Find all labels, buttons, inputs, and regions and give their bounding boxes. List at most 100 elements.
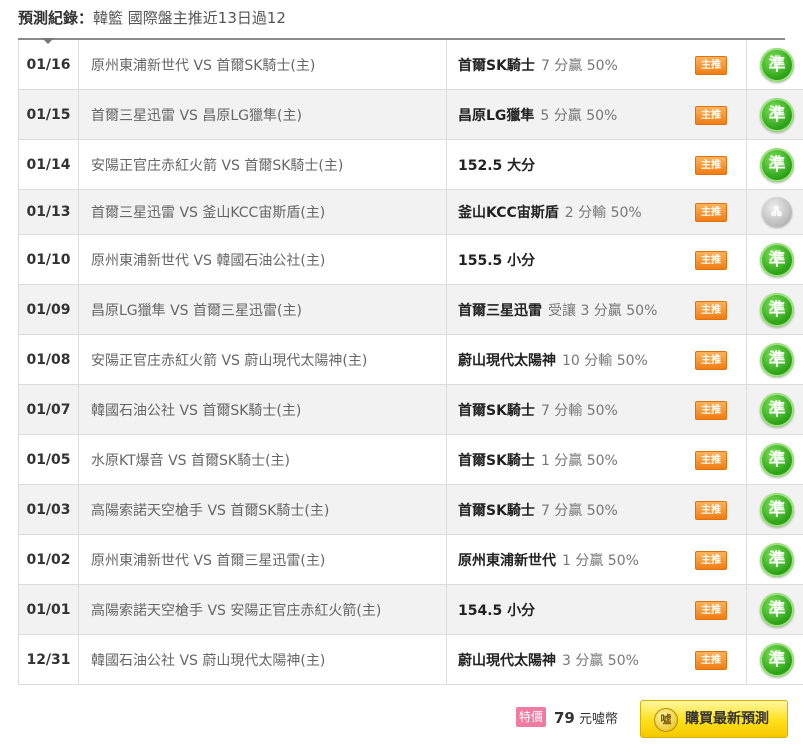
- record-date: 12/31: [18, 634, 79, 685]
- record-pick: 蔚山現代太陽神 10 分輸 50% 主推: [446, 334, 747, 385]
- record-match: 原州東浦新世代 VS 韓國石油公社(主): [78, 234, 447, 285]
- win-result-icon: 準: [760, 592, 794, 627]
- record-date: 01/10: [18, 234, 79, 285]
- win-result-icon: 準: [760, 642, 794, 677]
- pick-team: 蔚山現代太陽神: [458, 352, 556, 369]
- record-row: 01/16 原州東浦新世代 VS 首爾SK騎士(主) 首爾SK騎士 7 分贏 50% 主…: [18, 40, 803, 90]
- pick-detail: 10 分輸 50%: [562, 352, 648, 369]
- pick-team: 原州東浦新世代: [458, 552, 556, 569]
- win-result-icon: 準: [760, 392, 794, 427]
- pick-detail: 3 分贏 50%: [562, 652, 639, 669]
- pick-detail: 2 分輸 50%: [564, 205, 642, 221]
- record-row: 01/01 高陽索諾天空槍手 VS 安陽正官庄赤紅火箭(主) 154.5 小分 主推 準: [18, 584, 803, 635]
- pick-team: 昌原LG獵隼: [458, 107, 535, 124]
- record-match: 首爾三星迅雷 VS 釜山KCC宙斯盾(主): [78, 189, 447, 235]
- win-result-icon: 準: [760, 47, 794, 82]
- pick-detail: 1 分贏 50%: [540, 452, 618, 469]
- main-pick-badge: 主推: [695, 105, 727, 125]
- main-pick-badge: 主推: [695, 350, 727, 370]
- record-result: Ꮬ: [746, 189, 803, 235]
- record-result: 準: [746, 334, 803, 385]
- pick-detail: 7 分輸 50%: [540, 402, 618, 419]
- record-row: 01/02 原州東浦新世代 VS 首爾三星迅雷(主) 原州東浦新世代 1 分贏 50%…: [18, 534, 803, 585]
- record-row: 01/08 安陽正官庄赤紅火箭 VS 蔚山現代太陽神(主) 蔚山現代太陽神 10 分輸…: [18, 334, 803, 385]
- record-pick: 首爾SK騎士 1 分贏 50% 主推: [446, 434, 747, 485]
- record-date: 01/09: [18, 284, 79, 335]
- price-value: 79: [554, 709, 575, 727]
- record-header-value: 韓籃 國際盤主推近13日過12: [93, 9, 286, 27]
- record-match: 安陽正官庄赤紅火箭 VS 首爾SK騎士(主): [78, 139, 447, 190]
- main-pick-badge: 主推: [695, 550, 727, 570]
- pick-detail: 1 分贏 50%: [562, 552, 639, 569]
- purchase-footer: 特價 79 元噓幣 噓 購買最新預測: [0, 700, 803, 740]
- record-date: 01/16: [18, 40, 79, 90]
- record-header-label: 預測紀錄：: [18, 9, 94, 27]
- record-row: 01/15 首爾三星迅雷 VS 昌原LG獵隼(主) 昌原LG獵隼 5 分贏 50% 主推…: [18, 89, 803, 140]
- pick-team: 首爾SK騎士: [458, 502, 535, 519]
- record-pick: 釜山KCC宙斯盾 2 分輸 50% 主推: [446, 189, 747, 235]
- record-result: 準: [746, 584, 803, 635]
- record-match: 安陽正官庄赤紅火箭 VS 蔚山現代太陽神(主): [78, 334, 447, 385]
- price-unit: 元噓幣: [579, 712, 619, 727]
- record-date: 01/13: [18, 189, 79, 235]
- record-pick: 蔚山現代太陽神 3 分贏 50% 主推: [446, 634, 747, 685]
- record-result: 準: [746, 634, 803, 685]
- record-match: 韓國石油公社 VS 首爾SK騎士(主): [78, 384, 447, 435]
- win-result-icon: 準: [760, 542, 794, 577]
- record-result: 準: [746, 40, 803, 90]
- record-pick: 152.5 大分 主推: [446, 139, 747, 190]
- record-date: 01/07: [18, 384, 79, 435]
- record-row: 01/14 安陽正官庄赤紅火箭 VS 首爾SK騎士(主) 152.5 大分 主推 準: [18, 139, 803, 190]
- record-row: 01/05 水原KT爆音 VS 首爾SK騎士(主) 首爾SK騎士 1 分贏 50% 主推…: [18, 434, 803, 485]
- main-pick-badge: 主推: [695, 600, 727, 620]
- record-result: 準: [746, 234, 803, 285]
- win-result-icon: 準: [760, 342, 794, 377]
- record-row: 01/03 高陽索諾天空槍手 VS 首爾SK騎士(主) 首爾SK騎士 7 分贏 50%…: [18, 484, 803, 535]
- pick-team: 152.5 大分: [458, 157, 536, 174]
- record-pick: 154.5 小分 主推: [446, 584, 747, 635]
- win-result-icon: 準: [760, 242, 794, 277]
- record-match: 原州東浦新世代 VS 首爾SK騎士(主): [78, 40, 447, 90]
- record-match: 首爾三星迅雷 VS 昌原LG獵隼(主): [78, 89, 447, 140]
- main-pick-badge: 主推: [695, 203, 727, 222]
- win-result-icon: 準: [760, 97, 794, 132]
- record-match: 水原KT爆音 VS 首爾SK騎士(主): [78, 434, 447, 485]
- buy-latest-prediction-button[interactable]: 噓 購買最新預測: [640, 700, 788, 738]
- record-date: 01/15: [18, 89, 79, 140]
- main-pick-badge: 主推: [695, 450, 727, 470]
- pick-team: 155.5 小分: [458, 252, 536, 269]
- record-date: 01/08: [18, 334, 79, 385]
- record-match: 韓國石油公社 VS 蔚山現代太陽神(主): [78, 634, 447, 685]
- push-result-icon: Ꮬ: [762, 197, 792, 227]
- record-result: 準: [746, 384, 803, 435]
- main-pick-badge: 主推: [695, 55, 727, 75]
- record-date: 01/14: [18, 139, 79, 190]
- win-result-icon: 準: [760, 492, 794, 527]
- main-pick-badge: 主推: [695, 155, 727, 175]
- win-result-icon: 準: [760, 292, 794, 327]
- record-match: 原州東浦新世代 VS 首爾三星迅雷(主): [78, 534, 447, 585]
- main-pick-badge: 主推: [695, 300, 727, 320]
- record-date: 01/05: [18, 434, 79, 485]
- record-row: 01/13 首爾三星迅雷 VS 釜山KCC宙斯盾(主) 釜山KCC宙斯盾 2 分輸 5…: [18, 189, 803, 235]
- record-row: 01/09 昌原LG獵隼 VS 首爾三星迅雷(主) 首爾三星迅雷 受讓 3 分贏 50…: [18, 284, 803, 335]
- record-pick: 首爾SK騎士 7 分贏 50% 主推: [446, 40, 747, 90]
- record-date: 01/02: [18, 534, 79, 585]
- record-match: 高陽索諾天空槍手 VS 安陽正官庄赤紅火箭(主): [78, 584, 447, 635]
- record-row: 01/10 原州東浦新世代 VS 韓國石油公社(主) 155.5 小分 主推 準: [18, 234, 803, 285]
- record-pick: 155.5 小分 主推: [446, 234, 747, 285]
- price-text: 79 元噓幣: [554, 707, 618, 731]
- record-result: 準: [746, 534, 803, 585]
- coin-icon: 噓: [654, 708, 678, 732]
- record-result: 準: [746, 484, 803, 535]
- record-pick: 首爾SK騎士 7 分輸 50% 主推: [446, 384, 747, 435]
- main-pick-badge: 主推: [695, 500, 727, 520]
- record-header: 預測紀錄：韓籃 國際盤主推近13日過12: [18, 0, 785, 38]
- special-price-badge: 特價: [516, 707, 546, 727]
- pick-team: 釜山KCC宙斯盾: [458, 205, 559, 221]
- main-pick-badge: 主推: [695, 250, 727, 270]
- win-result-icon: 準: [760, 442, 794, 477]
- pick-detail: 受讓 3 分贏 50%: [548, 302, 658, 319]
- record-row: 12/31 韓國石油公社 VS 蔚山現代太陽神(主) 蔚山現代太陽神 3 分贏 50%…: [18, 634, 803, 685]
- record-pick: 首爾三星迅雷 受讓 3 分贏 50% 主推: [446, 284, 747, 335]
